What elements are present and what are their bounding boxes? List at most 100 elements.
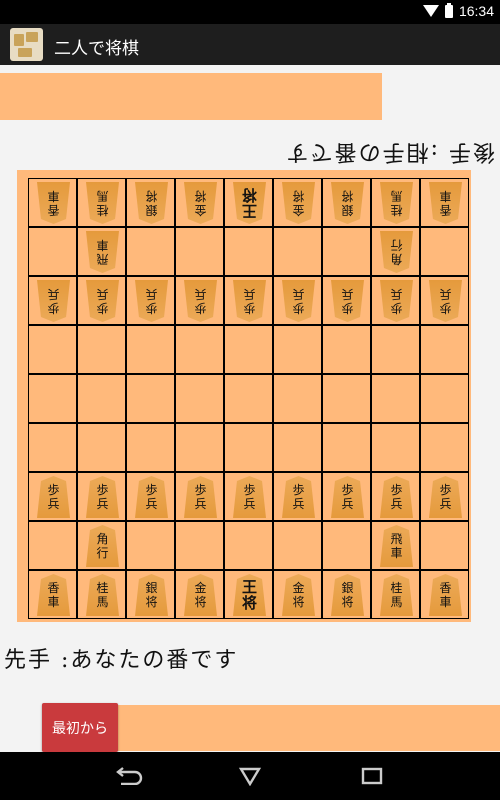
gote-piece[interactable]: 歩兵 — [380, 280, 413, 322]
board-square[interactable]: 歩兵 — [420, 472, 469, 521]
board-square[interactable] — [420, 325, 469, 374]
board-square[interactable]: 金将 — [175, 570, 224, 619]
shogi-app-icon[interactable] — [10, 28, 43, 61]
gote-piece[interactable]: 歩兵 — [184, 280, 217, 322]
board-square[interactable]: 金将 — [273, 178, 322, 227]
board-square[interactable]: 金将 — [273, 570, 322, 619]
gote-piece[interactable]: 歩兵 — [135, 280, 168, 322]
gote-piece[interactable]: 桂馬 — [86, 182, 119, 224]
board-square[interactable] — [175, 325, 224, 374]
gote-piece[interactable]: 銀将 — [331, 182, 364, 224]
sente-piece[interactable]: 王将 — [233, 574, 266, 616]
board-square[interactable] — [77, 325, 126, 374]
board-square[interactable]: 歩兵 — [126, 472, 175, 521]
gote-piece[interactable]: 金将 — [184, 182, 217, 224]
gote-piece[interactable]: 歩兵 — [429, 280, 462, 322]
board-square[interactable]: 桂馬 — [77, 570, 126, 619]
sente-piece[interactable]: 角行 — [86, 525, 119, 567]
board-square[interactable]: 角行 — [371, 227, 420, 276]
gote-piece[interactable]: 桂馬 — [380, 182, 413, 224]
sente-piece[interactable]: 香車 — [37, 574, 70, 616]
board-square[interactable] — [420, 374, 469, 423]
board-square[interactable] — [322, 227, 371, 276]
board-square[interactable]: 香車 — [28, 570, 77, 619]
sente-piece[interactable]: 桂馬 — [380, 574, 413, 616]
sente-piece[interactable]: 歩兵 — [37, 476, 70, 518]
board-square[interactable] — [28, 227, 77, 276]
board-square[interactable] — [224, 227, 273, 276]
sente-piece[interactable]: 歩兵 — [184, 476, 217, 518]
recents-icon[interactable] — [356, 764, 388, 788]
board-square[interactable] — [371, 423, 420, 472]
gote-piece[interactable]: 王将 — [233, 182, 266, 224]
board-square[interactable]: 桂馬 — [371, 178, 420, 227]
gote-piece[interactable]: 飛車 — [86, 231, 119, 273]
board-square[interactable]: 歩兵 — [28, 472, 77, 521]
board-square[interactable]: 歩兵 — [420, 276, 469, 325]
sente-piece[interactable]: 歩兵 — [282, 476, 315, 518]
gote-piece[interactable]: 角行 — [380, 231, 413, 273]
board-square[interactable]: 王将 — [224, 570, 273, 619]
sente-piece[interactable]: 歩兵 — [233, 476, 266, 518]
board-square[interactable]: 歩兵 — [126, 276, 175, 325]
sente-piece[interactable]: 歩兵 — [86, 476, 119, 518]
board-square[interactable]: 歩兵 — [224, 472, 273, 521]
board-square[interactable] — [273, 325, 322, 374]
board-square[interactable] — [28, 374, 77, 423]
board-square[interactable]: 歩兵 — [273, 276, 322, 325]
board-square[interactable] — [273, 374, 322, 423]
board-square[interactable] — [322, 325, 371, 374]
board-square[interactable] — [371, 374, 420, 423]
sente-piece[interactable]: 桂馬 — [86, 574, 119, 616]
board-square[interactable]: 歩兵 — [322, 472, 371, 521]
board-square[interactable] — [175, 423, 224, 472]
board-square[interactable]: 金将 — [175, 178, 224, 227]
gote-piece[interactable]: 歩兵 — [86, 280, 119, 322]
gote-piece[interactable]: 金将 — [282, 182, 315, 224]
board-square[interactable] — [322, 423, 371, 472]
sente-piece[interactable]: 香車 — [429, 574, 462, 616]
sente-piece[interactable]: 歩兵 — [429, 476, 462, 518]
board-square[interactable]: 香車 — [420, 570, 469, 619]
board-square[interactable]: 歩兵 — [273, 472, 322, 521]
board-square[interactable]: 桂馬 — [77, 178, 126, 227]
board-square[interactable]: 角行 — [77, 521, 126, 570]
sente-piece[interactable]: 銀将 — [331, 574, 364, 616]
board-square[interactable]: 銀将 — [322, 178, 371, 227]
board-square[interactable] — [175, 374, 224, 423]
board-square[interactable] — [126, 374, 175, 423]
board-square[interactable]: 歩兵 — [28, 276, 77, 325]
board-square[interactable]: 飛車 — [77, 227, 126, 276]
board-square[interactable] — [224, 325, 273, 374]
board-square[interactable] — [175, 227, 224, 276]
sente-piece[interactable]: 歩兵 — [380, 476, 413, 518]
board-square[interactable] — [224, 423, 273, 472]
board-square[interactable] — [420, 423, 469, 472]
board-square[interactable] — [126, 423, 175, 472]
sente-piece[interactable]: 銀将 — [135, 574, 168, 616]
gote-piece[interactable]: 歩兵 — [233, 280, 266, 322]
board-square[interactable]: 銀将 — [322, 570, 371, 619]
sente-piece[interactable]: 歩兵 — [135, 476, 168, 518]
board-square[interactable]: 桂馬 — [371, 570, 420, 619]
board-square[interactable] — [28, 423, 77, 472]
board-square[interactable]: 王将 — [224, 178, 273, 227]
board-square[interactable] — [77, 374, 126, 423]
sente-piece[interactable]: 金将 — [282, 574, 315, 616]
board-square[interactable]: 歩兵 — [175, 276, 224, 325]
board-square[interactable] — [126, 521, 175, 570]
board-square[interactable]: 飛車 — [371, 521, 420, 570]
board-square[interactable] — [273, 423, 322, 472]
board-square[interactable] — [77, 423, 126, 472]
sente-piece[interactable]: 歩兵 — [331, 476, 364, 518]
board-square[interactable] — [126, 325, 175, 374]
gote-piece[interactable]: 歩兵 — [37, 280, 70, 322]
board-square[interactable] — [273, 227, 322, 276]
gote-piece[interactable]: 銀将 — [135, 182, 168, 224]
reset-button[interactable]: 最初から — [42, 703, 118, 752]
board-square[interactable] — [224, 374, 273, 423]
board-square[interactable]: 歩兵 — [371, 472, 420, 521]
board-square[interactable]: 歩兵 — [77, 276, 126, 325]
board-square[interactable]: 銀将 — [126, 178, 175, 227]
board-square[interactable]: 歩兵 — [371, 276, 420, 325]
